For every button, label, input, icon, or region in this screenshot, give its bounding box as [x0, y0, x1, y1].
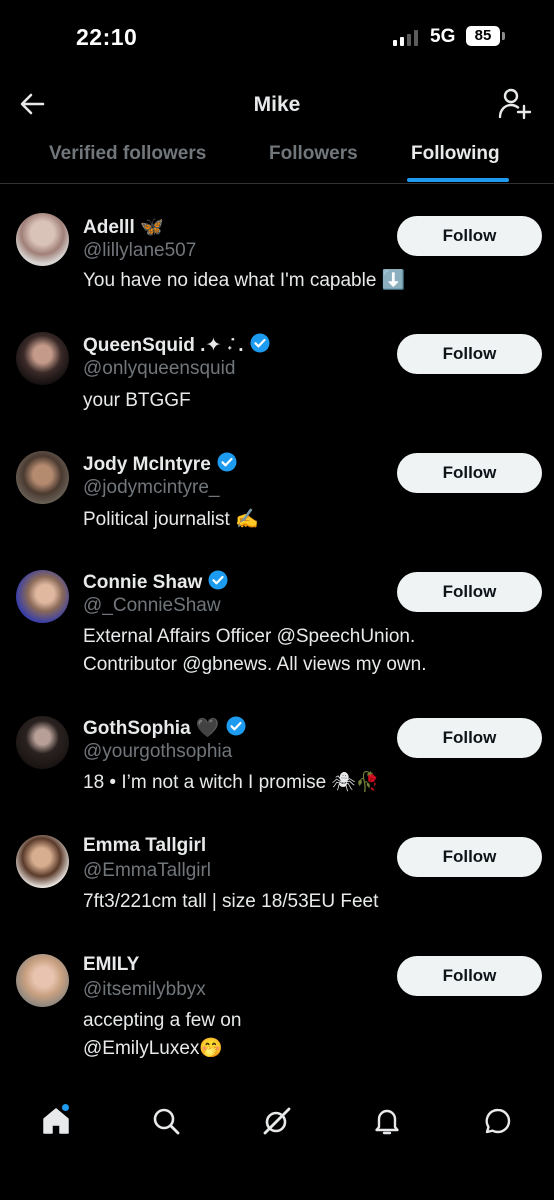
search-icon[interactable] [150, 1105, 182, 1137]
user-name[interactable]: Connie Shaw [83, 572, 202, 593]
user-handle[interactable]: @yourgothsophia [83, 741, 232, 763]
user-handle[interactable]: @jodymcintyre_ [83, 477, 220, 499]
follow-button[interactable]: Follow [397, 837, 542, 877]
follow-button[interactable]: Follow [397, 956, 542, 996]
status-bar: 22:10 5G 85 [0, 0, 554, 76]
follow-button[interactable]: Follow [397, 718, 542, 758]
verified-badge-icon [217, 452, 237, 472]
user-bio: accepting a few on @EmilyLuxex🤭 [83, 1010, 242, 1059]
avatar[interactable] [16, 451, 69, 504]
bottom-nav [0, 1085, 554, 1165]
list-item[interactable]: Emma Tallgirl @EmmaTallgirl 7ft3/221cm t… [0, 805, 554, 923]
list-item[interactable]: GothSophia 🖤 @yourgothsophia 18 • I’m no… [0, 686, 554, 804]
user-name-row[interactable]: QueenSquid .✦ ݁˖ . [83, 333, 270, 357]
status-time: 22:10 [76, 24, 138, 50]
user-name-row[interactable]: Jody McIntyre [83, 452, 237, 476]
user-bio: You have no idea what I'm capable ⬇️ [83, 270, 406, 291]
bell-icon[interactable] [371, 1105, 403, 1137]
list-item[interactable]: Adelll 🦋 @lillylane507 You have no idea … [0, 183, 554, 311]
user-name[interactable]: Adelll 🦋 [83, 215, 164, 239]
grok-icon[interactable] [261, 1105, 293, 1137]
user-bio: External Affairs Officer @SpeechUnion. C… [83, 626, 427, 675]
avatar[interactable] [16, 213, 69, 266]
messages-icon[interactable] [482, 1105, 514, 1137]
list-item[interactable]: Jody McIntyre @jodymcintyre_ Political j… [0, 421, 554, 539]
user-bio: 18 • I’m not a witch I promise 🕷🥀 [83, 772, 380, 793]
verified-badge-icon [226, 716, 246, 736]
follow-button[interactable]: Follow [397, 216, 542, 256]
network-label: 5G [430, 26, 456, 47]
user-name[interactable]: Jody McIntyre [83, 454, 211, 475]
user-name[interactable]: EMILY [83, 954, 139, 976]
user-handle[interactable]: @onlyqueensquid [83, 358, 235, 380]
user-name-row[interactable]: Connie Shaw [83, 570, 228, 594]
page-title: Mike [253, 93, 301, 116]
tab-verified-followers[interactable]: Verified followers [49, 143, 206, 165]
header: Mike [0, 76, 554, 134]
follow-button[interactable]: Follow [397, 572, 542, 612]
user-name[interactable]: GothSophia 🖤 [83, 718, 220, 739]
tab-bar: Verified followers Followers Following [0, 134, 554, 184]
verified-badge-icon [208, 570, 228, 590]
user-bio: your BTGGF [83, 390, 191, 411]
list-item[interactable]: EMILY @itsemilybbyx accepting a few on @… [0, 924, 554, 1070]
list-item[interactable]: QueenSquid .✦ ݁˖ . @onlyqueensquid your … [0, 302, 554, 420]
verified-badge-icon [250, 333, 270, 353]
user-name-row[interactable]: GothSophia 🖤 [83, 716, 246, 740]
tab-following[interactable]: Following [411, 143, 500, 165]
signal-icon [393, 30, 421, 46]
user-bio: Political journalist ✍️ [83, 509, 259, 530]
user-handle[interactable]: @EmmaTallgirl [83, 860, 211, 882]
list-item[interactable]: Connie Shaw @_ConnieShaw External Affair… [0, 540, 554, 686]
add-user-icon[interactable] [496, 86, 532, 122]
avatar[interactable] [16, 716, 69, 769]
avatar[interactable] [16, 954, 69, 1007]
avatar[interactable] [16, 570, 69, 623]
user-handle[interactable]: @lillylane507 [83, 240, 196, 262]
user-bio: 7ft3/221cm tall | size 18/53EU Feet [83, 891, 379, 912]
tab-followers[interactable]: Followers [269, 143, 358, 165]
active-tab-indicator [407, 178, 509, 182]
battery-tip [502, 32, 505, 40]
user-handle[interactable]: @_ConnieShaw [83, 595, 221, 617]
notification-dot [62, 1104, 69, 1111]
user-name[interactable]: Emma Tallgirl [83, 835, 206, 857]
user-name[interactable]: QueenSquid .✦ ݁˖ . [83, 335, 244, 356]
user-handle[interactable]: @itsemilybbyx [83, 979, 206, 1001]
follow-button[interactable]: Follow [397, 453, 542, 493]
follow-button[interactable]: Follow [397, 334, 542, 374]
avatar[interactable] [16, 332, 69, 385]
avatar[interactable] [16, 835, 69, 888]
battery-icon: 85 [466, 26, 500, 46]
